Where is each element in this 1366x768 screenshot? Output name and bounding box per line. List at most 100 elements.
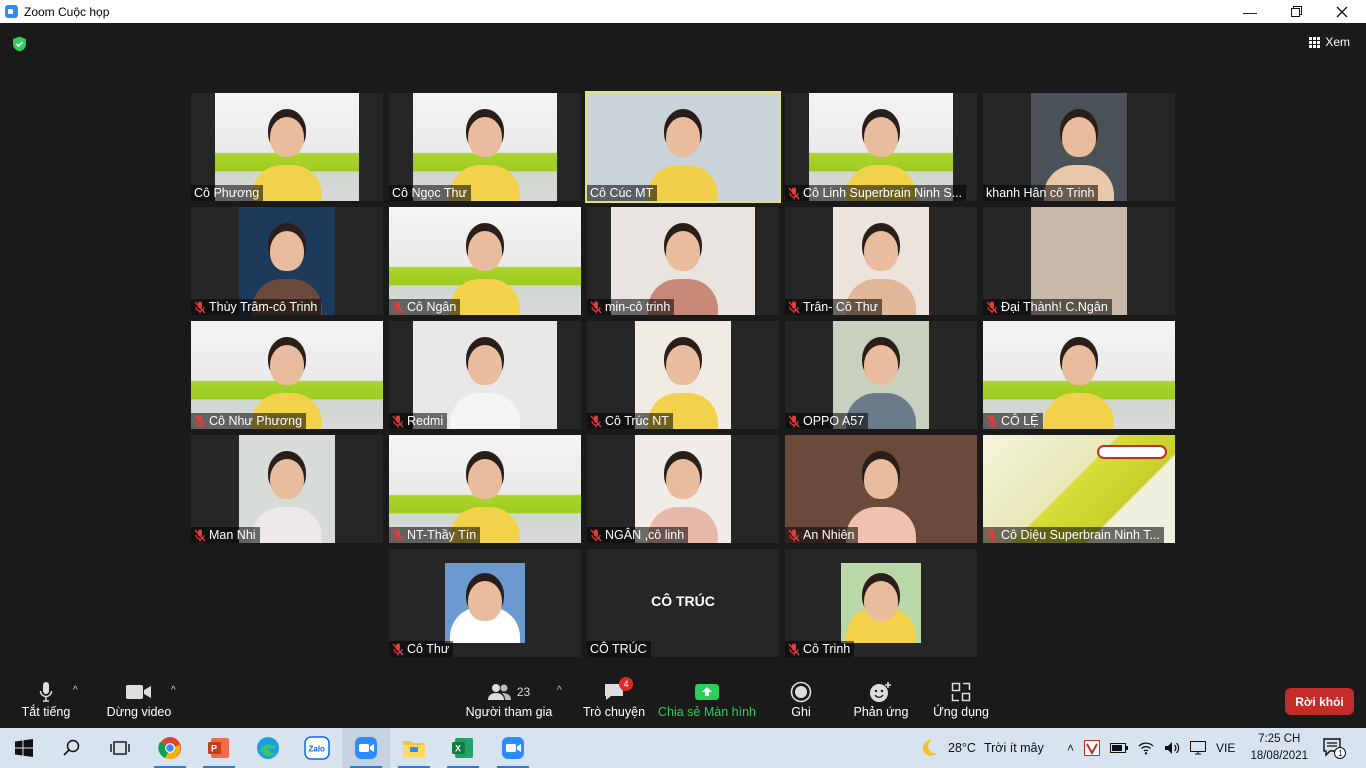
participant-tile[interactable]: Thùy Trâm-cô Trinh bbox=[191, 207, 383, 315]
participant-tile[interactable]: Redmi bbox=[389, 321, 581, 429]
leave-meeting-button[interactable]: Rời khỏi bbox=[1285, 688, 1354, 715]
encryption-shield-icon[interactable] bbox=[12, 36, 27, 52]
participant-tile[interactable]: Cô Ngọc Thư bbox=[389, 93, 581, 201]
chat-unread-badge: 4 bbox=[619, 677, 633, 691]
participants-icon bbox=[487, 684, 511, 700]
apps-button[interactable]: Ứng dụng bbox=[930, 679, 992, 719]
taskbar-zoom-active[interactable] bbox=[342, 728, 390, 768]
notification-center-button[interactable]: 1 bbox=[1322, 728, 1346, 768]
view-button[interactable]: Xem bbox=[1309, 35, 1350, 49]
zalo-icon: Zalo bbox=[304, 736, 330, 760]
show-hidden-icons-icon[interactable]: ˄ bbox=[1067, 741, 1074, 755]
audio-options-caret[interactable]: ^ bbox=[73, 685, 78, 696]
person-silhouette bbox=[864, 580, 898, 621]
taskbar-chrome[interactable] bbox=[146, 728, 194, 768]
wifi-icon[interactable] bbox=[1138, 741, 1154, 755]
person-body bbox=[648, 165, 718, 201]
maximize-button[interactable] bbox=[1273, 0, 1319, 23]
search-icon bbox=[63, 739, 80, 756]
muted-microphone-icon bbox=[392, 301, 404, 313]
participant-name: Cô Trúc NT bbox=[605, 414, 669, 428]
participant-tile[interactable]: Cô Ngân bbox=[389, 207, 581, 315]
weather-temp: 28°C bbox=[948, 741, 976, 755]
input-language[interactable]: VIE bbox=[1216, 741, 1235, 755]
person-silhouette bbox=[1062, 344, 1096, 385]
search-button[interactable] bbox=[48, 728, 96, 768]
participant-name: Cô Ngọc Thư bbox=[392, 186, 467, 200]
participant-name: NGÂN ,cô linh bbox=[605, 528, 685, 542]
participant-tile[interactable]: NT-Thầy Tín bbox=[389, 435, 581, 543]
participant-name-tag: Cô Ngân bbox=[389, 299, 461, 315]
view-button-label: Xem bbox=[1325, 35, 1350, 49]
battery-icon[interactable] bbox=[1110, 742, 1129, 754]
volume-icon[interactable] bbox=[1164, 741, 1180, 755]
system-clock[interactable]: 7:25 CH 18/08/2021 bbox=[1250, 731, 1308, 765]
mute-button[interactable]: Tắt tiếng bbox=[20, 679, 72, 719]
taskbar-zoom[interactable] bbox=[489, 728, 537, 768]
chrome-icon bbox=[158, 737, 181, 759]
zoom-icon bbox=[502, 737, 524, 759]
notifications-icon: 1 bbox=[1323, 738, 1346, 759]
participant-tile[interactable]: Man Nhi bbox=[191, 435, 383, 543]
taskbar-powerpoint[interactable]: P bbox=[195, 728, 243, 768]
muted-microphone-icon bbox=[788, 187, 800, 199]
participant-tile[interactable]: Đại Thành! C.Ngân bbox=[983, 207, 1175, 315]
task-view-button[interactable] bbox=[96, 728, 144, 768]
participant-name-tag: Cô Trúc NT bbox=[587, 413, 673, 429]
svg-text:X: X bbox=[455, 744, 461, 754]
participant-tile[interactable]: An Nhiên bbox=[785, 435, 977, 543]
display-icon[interactable] bbox=[1190, 741, 1207, 755]
muted-microphone-icon bbox=[194, 529, 206, 541]
participant-tile[interactable]: NGÂN ,cô linh bbox=[587, 435, 779, 543]
meeting-gallery: Xem Cô Phương Cô Ngọc Thư Cô Cúc MT Cô Linh… bbox=[0, 23, 1366, 673]
antivirus-icon[interactable] bbox=[1084, 740, 1101, 756]
start-button[interactable] bbox=[0, 728, 48, 768]
muted-microphone-icon bbox=[788, 301, 800, 313]
participant-tile[interactable]: CÔ LỆ bbox=[983, 321, 1175, 429]
meeting-controls: Tắt tiếng ^ Dừng video ^ 23 Người tham g… bbox=[0, 673, 1366, 728]
participants-button[interactable]: 23 Người tham gia bbox=[465, 679, 553, 719]
participant-tile[interactable]: Cô Trinh bbox=[785, 549, 977, 657]
close-button[interactable] bbox=[1319, 0, 1365, 23]
minimize-button[interactable]: — bbox=[1227, 0, 1273, 23]
record-button[interactable]: Ghi bbox=[785, 679, 817, 719]
weather-widget[interactable]: 28°C Trời ít mây bbox=[918, 728, 1044, 768]
participant-tile[interactable]: Cô Cúc MT bbox=[585, 91, 781, 203]
participant-tile[interactable]: Cô Thư bbox=[389, 549, 581, 657]
person-silhouette bbox=[864, 116, 898, 157]
participant-tile[interactable]: Trân- Cô Thư bbox=[785, 207, 977, 315]
participant-tile[interactable]: Cô Như Phương bbox=[191, 321, 383, 429]
participant-tile[interactable]: Cô Linh Superbrain Ninh S... bbox=[785, 93, 977, 201]
stop-video-button[interactable]: Dừng video bbox=[106, 679, 172, 719]
participant-tile[interactable]: OPPO A57 bbox=[785, 321, 977, 429]
participant-name: Cô Như Phương bbox=[209, 414, 303, 428]
participant-name-tag: Cô Phương bbox=[191, 185, 264, 201]
participant-name-tag: Redmi bbox=[389, 413, 448, 429]
participant-tile[interactable]: Cô Phương bbox=[191, 93, 383, 201]
share-screen-button[interactable]: Chia sẻ Màn hình bbox=[658, 679, 756, 719]
participant-name: Thùy Trâm-cô Trinh bbox=[209, 300, 318, 314]
window-titlebar: Zoom Cuộc họp — bbox=[0, 0, 1366, 23]
taskbar-zalo[interactable]: Zalo bbox=[293, 728, 341, 768]
chat-button[interactable]: 4 Trò chuyện bbox=[582, 677, 646, 719]
person-silhouette bbox=[666, 116, 700, 157]
person-silhouette bbox=[666, 344, 700, 385]
reactions-button[interactable]: Phản ứng bbox=[852, 679, 910, 719]
taskbar-excel[interactable]: X bbox=[439, 728, 487, 768]
taskbar-edge[interactable] bbox=[244, 728, 292, 768]
participant-name: OPPO A57 bbox=[803, 414, 865, 428]
taskbar-file-explorer[interactable] bbox=[390, 728, 438, 768]
participant-video bbox=[445, 563, 525, 643]
participant-name: Cô Thư bbox=[407, 642, 450, 656]
participant-tile[interactable]: Cô Diệu Superbrain Ninh T... bbox=[983, 435, 1175, 543]
participant-tile[interactable]: CÔ TRÚC CÔ TRÚC bbox=[587, 549, 779, 657]
person-silhouette bbox=[270, 458, 304, 499]
muted-microphone-icon bbox=[590, 301, 602, 313]
participant-tile[interactable]: khanh Hân cô Trinh bbox=[983, 93, 1175, 201]
video-options-caret[interactable]: ^ bbox=[171, 685, 176, 696]
participants-options-caret[interactable]: ^ bbox=[557, 685, 562, 696]
participant-tile[interactable]: Cô Trúc NT bbox=[587, 321, 779, 429]
participant-name-tag: khanh Hân cô Trinh bbox=[983, 185, 1099, 201]
participant-tile[interactable]: min-cô trinh bbox=[587, 207, 779, 315]
participants-label: Người tham gia bbox=[465, 705, 553, 719]
